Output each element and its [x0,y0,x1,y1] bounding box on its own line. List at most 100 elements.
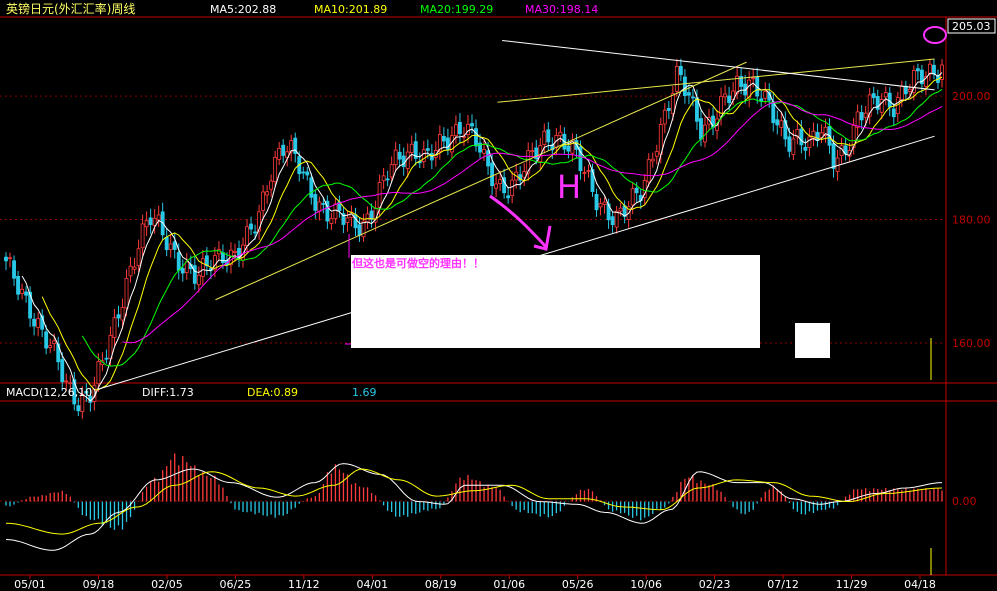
candle-up [618,207,623,212]
candle-up [763,91,768,99]
candle-down [546,129,551,143]
candle-up [928,63,932,75]
x-tick-label: 11/29 [836,578,868,591]
candle-up [200,258,205,277]
candle-up [542,130,547,146]
candle-up [136,248,141,266]
candle-up [377,182,382,208]
candle-down [116,314,121,319]
candle-up [124,277,129,309]
candle-up [120,307,125,321]
candle-up [751,77,756,80]
candle-up [883,92,888,98]
candle-down [932,64,936,75]
candle-up [779,120,784,128]
candle-up [8,257,12,260]
candle-up [196,274,201,286]
candle-up [128,265,133,277]
candle-down [775,119,780,126]
candle-down [321,203,326,205]
candle-up [630,188,635,206]
candle-down [76,405,81,412]
candle-down [891,108,896,118]
candle-up [855,111,860,128]
candle-up [393,149,398,166]
candle-down [490,162,495,187]
candle-up [96,361,101,385]
candle-down [474,128,478,147]
candle-down [759,98,764,102]
candle-up [317,201,322,212]
pattern-letter-h: H [557,168,581,206]
candle-up [482,148,486,154]
candle-down [397,151,402,160]
candle-up [144,220,149,228]
x-tick-label: 04/01 [356,578,388,591]
candle-down [815,131,820,141]
candle-down [4,256,8,262]
candle-up [662,109,667,125]
x-tick-label: 09/18 [83,578,115,591]
candle-down [787,136,792,152]
x-tick-label: 01/06 [493,578,525,591]
candle-up [36,318,41,328]
candle-down [682,76,687,97]
candle-up [261,191,266,211]
candle-up [907,88,912,92]
candle-up [863,112,868,118]
candle-up [269,180,274,190]
candle-down [831,143,836,169]
legend-ma30: MA30:198.14 [525,3,598,16]
candle-down [60,359,65,383]
candle-down [401,155,406,167]
candle-up [409,143,414,153]
candle-down [192,265,197,284]
candle-down [859,112,864,121]
candle-down [249,223,253,230]
candle-up [582,172,587,175]
x-tick-label: 04/18 [904,578,936,591]
candle-down [771,101,776,124]
candle-down [666,108,671,111]
candle-down [44,331,49,349]
candle-up [791,138,796,155]
legend-ma20: MA20:199.29 [420,3,493,16]
candle-up [598,203,603,208]
candle-up [152,217,157,226]
candle-down [104,357,109,360]
candle-up [68,382,73,385]
candle-up [522,171,527,178]
forex-chart: 英镑日元(外汇汇率)周线 MA5:202.88 MA10:201.89 MA20… [0,0,997,591]
candle-up [674,66,679,92]
candle-up [453,124,458,137]
last-price-marker: 205.03 [947,18,996,34]
price-tick-label: 160.00 [952,337,991,350]
macd-dea-label: DEA:0.89 [247,386,298,399]
macd-zero-tick: 0.00 [952,495,977,508]
candle-down [799,128,804,146]
candle-up [899,85,904,101]
candle-up [381,175,386,182]
candle-down [32,318,37,327]
candle-up [654,151,659,157]
candle-up [510,179,515,197]
chart-title: 英镑日元(外汇汇率)周线 [6,1,135,16]
candle-up [365,213,370,223]
macd-diff-label: DIFF:1.73 [142,386,194,399]
price-tick-label: 180.00 [952,214,991,227]
macd-value-label: 1.69 [352,386,377,399]
candle-up [530,150,535,153]
candle-up [140,223,145,249]
price-tick-label: 200.00 [952,90,991,103]
candle-down [678,66,683,76]
candle-up [723,93,727,98]
candle-up [329,218,334,224]
candle-up [646,159,651,183]
x-tick-label: 08/19 [425,578,457,591]
candle-down [425,148,430,151]
candle-down [610,216,615,226]
candle-down [301,171,306,174]
candle-down [369,210,374,220]
x-tick-label: 07/12 [767,578,799,591]
candle-up [494,183,499,189]
